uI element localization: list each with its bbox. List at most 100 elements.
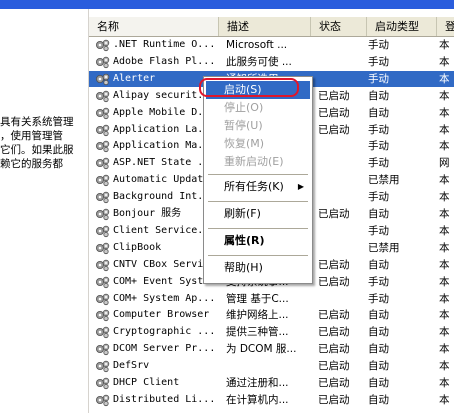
service-logon-as: 本	[439, 292, 450, 305]
column-header-startup-type[interactable]: 启动类型	[367, 17, 437, 36]
service-logon-as: 本	[439, 224, 450, 237]
window-title-bar	[0, 0, 454, 9]
service-startup-type: 自动	[368, 208, 389, 220]
service-logon-as: 本	[439, 106, 450, 119]
service-logon-as: 本	[439, 360, 450, 373]
service-name: COM+ Event System	[113, 275, 216, 287]
service-status: 已启动	[318, 343, 350, 356]
menu-item-restart: 重新启动(E)	[206, 153, 310, 171]
column-header-name[interactable]: 名称	[89, 17, 219, 36]
description-text: 具有关系统管理 ，使用管理管 它们。如果此服 赖它的服务都	[0, 115, 88, 171]
service-name: Background Int...	[113, 191, 216, 203]
service-name: Distributed Li...	[113, 393, 216, 405]
service-logon-as: 本	[439, 174, 450, 187]
service-name: Client Service...	[113, 224, 216, 236]
service-name: DefSrv	[113, 360, 150, 372]
service-startup-type: 手动	[368, 140, 389, 153]
service-logon-as: 本	[439, 275, 450, 288]
service-logon-as: 本	[439, 39, 450, 51]
service-name: Application La...	[113, 123, 216, 135]
service-status: 已启动	[318, 309, 350, 322]
service-startup-type: 自动	[368, 343, 389, 356]
service-status	[318, 240, 368, 256]
menu-item-help[interactable]: 帮助(H)	[206, 259, 310, 277]
service-row[interactable]: DCOM Server Pr... 为 DCOM 服... 已启动 自动 本	[89, 341, 454, 357]
service-logon-as: 本	[439, 393, 450, 406]
service-row[interactable]: Adobe Flash Pl... 此服务可使 ... 手动 本	[89, 54, 454, 70]
service-status: 已启动	[318, 326, 350, 339]
service-name: Computer Browser	[113, 309, 210, 321]
menu-item-stop: 停止(O)	[206, 99, 310, 117]
service-status	[318, 37, 368, 53]
service-startup-type: 自动	[368, 309, 389, 322]
service-logon-as: 本	[439, 123, 450, 136]
service-logon-as: 本	[439, 309, 450, 322]
service-name: Adobe Flash Pl...	[113, 55, 216, 67]
service-name: Cryptographic ...	[113, 326, 216, 338]
service-startup-type: 手动	[368, 157, 389, 170]
menu-item-label: 所有任务(K)	[224, 180, 284, 193]
service-description	[226, 358, 316, 374]
service-name: Bonjour 服务	[113, 208, 182, 219]
service-startup-type: 手动	[368, 224, 389, 237]
annotation-highlight-ring	[199, 78, 299, 97]
menu-item-label: 属性(R)	[224, 234, 265, 247]
service-status: 已启动	[318, 123, 350, 136]
service-startup-type: 自动	[368, 258, 389, 271]
service-status: 已启动	[318, 258, 350, 271]
service-description: 为 DCOM 服...	[226, 343, 297, 356]
context-menu: 启动(S) 停止(O) 暂停(U) 恢复(M) 重新启动(E) 所有任务(K) ▶ 刷新(F)…	[203, 76, 313, 284]
service-status: 已启动	[318, 360, 350, 373]
service-status	[318, 54, 368, 70]
service-description: 维护网络上...	[226, 309, 289, 322]
service-startup-type: 手动	[368, 275, 389, 288]
service-row[interactable]: Distributed Li... 在计算机内... 已启动 自动 本	[89, 392, 454, 408]
submenu-arrow-icon: ▶	[297, 182, 304, 191]
service-name: ClipBook	[113, 241, 162, 253]
service-row[interactable]: COM+ System Ap... 管理 基于C... 手动 本	[89, 291, 454, 307]
service-description: 管理 基于C...	[226, 292, 289, 305]
list-header: 名称 描述 状态 启动类型 登	[89, 17, 454, 37]
service-startup-type: 自动	[368, 393, 389, 406]
menu-item-refresh[interactable]: 刷新(F)	[206, 205, 310, 223]
service-row[interactable]: DHCP Client 通过注册和... 已启动 自动 本	[89, 375, 454, 391]
service-logon-as: 网	[439, 157, 450, 170]
service-status	[318, 138, 368, 154]
service-status	[318, 189, 368, 205]
service-description: 在计算机内...	[226, 393, 289, 406]
service-startup-type: 已禁用	[368, 241, 400, 254]
service-startup-type: 自动	[368, 326, 389, 339]
service-status: 已启动	[318, 393, 350, 406]
service-status	[318, 223, 368, 239]
service-startup-type: 手动	[368, 39, 389, 51]
menu-item-pause: 暂停(U)	[206, 117, 310, 135]
service-startup-type: 手动	[368, 55, 389, 68]
service-logon-as: 本	[439, 326, 450, 339]
menu-item-resume: 恢复(M)	[206, 135, 310, 153]
column-header-logon-as[interactable]: 登	[437, 17, 454, 36]
service-status: 已启动	[318, 208, 350, 220]
service-row[interactable]: DefSrv 已启动 自动 本	[89, 358, 454, 374]
service-startup-type: 手动	[368, 123, 389, 136]
column-header-description[interactable]: 描述	[219, 17, 311, 36]
service-logon-as: 本	[439, 208, 450, 220]
service-row[interactable]: .NET Runtime O... Microsoft ... 手动 本	[89, 37, 454, 53]
description-line: 具有关系统管理	[0, 116, 74, 128]
description-line: 赖它的服务都	[0, 158, 63, 170]
service-startup-type: 手动	[368, 72, 389, 85]
service-row[interactable]: Computer Browser 维护网络上... 已启动 自动 本	[89, 307, 454, 323]
service-logon-as: 本	[439, 258, 450, 271]
menu-item-label: 重新启动(E)	[224, 155, 284, 168]
menu-separator	[208, 174, 308, 175]
service-name: Automatic Updat...	[113, 174, 216, 186]
service-description: 此服务可使 ...	[226, 55, 292, 68]
service-name: Application Ma...	[113, 140, 216, 152]
column-header-status[interactable]: 状态	[311, 17, 367, 36]
menu-item-properties[interactable]: 属性(R)	[206, 232, 310, 250]
service-status	[318, 155, 368, 171]
service-status	[318, 291, 368, 307]
service-row[interactable]: Cryptographic ... 提供三种管... 已启动 自动 本	[89, 324, 454, 340]
service-name: COM+ System Ap...	[113, 292, 216, 304]
menu-item-all-tasks[interactable]: 所有任务(K) ▶	[206, 178, 310, 196]
service-logon-as: 本	[439, 343, 450, 356]
